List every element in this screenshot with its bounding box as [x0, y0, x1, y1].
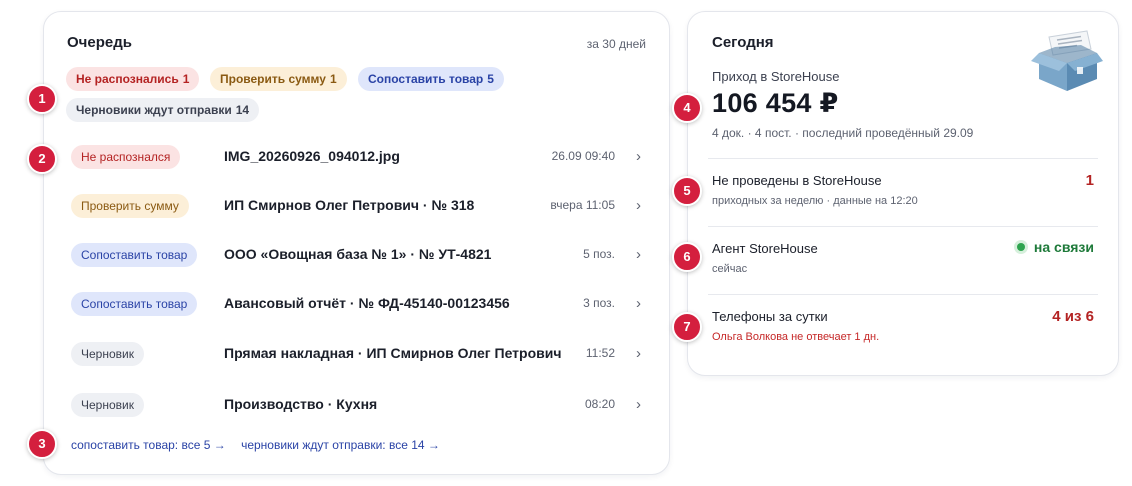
status-badge: Не распознался [71, 145, 181, 169]
row-meta: вчера 11:05 [550, 198, 615, 212]
status-badge: Проверить сумму [71, 194, 189, 218]
online-dot-icon [1013, 240, 1028, 254]
summary-chip-label: Проверить сумму [220, 72, 326, 86]
today-title: Сегодня [712, 34, 774, 51]
status-badge: Сопоставить товар [71, 292, 198, 316]
document-title: Авансовый отчёт · № ФД-45140-00123456 [224, 295, 510, 311]
phones-count[interactable]: 4 из 6 [1052, 308, 1094, 325]
queue-row[interactable]: Сопоставить товар Авансовый отчёт · № ФД… [44, 280, 671, 329]
summary-chip-count: 5 [487, 72, 494, 86]
document-title: ИП Смирнов Олег Петрович · № 318 [224, 197, 475, 213]
marker-badge: 7 [672, 312, 702, 342]
today-card: Сегодня Приход в StoreHouse 106 454 ₽ 4 … [687, 11, 1119, 376]
document-title: Прямая накладная · ИП Смирнов Олег Петро… [224, 345, 562, 361]
marker-badge: 5 [672, 176, 702, 206]
phones-sub: Ольга Волкова не отвечает 1 дн. [712, 331, 880, 343]
chevron-right-icon: › [636, 396, 641, 413]
link-drafts-all[interactable]: черновики ждут отправки: все 14 → [241, 438, 440, 452]
queue-row[interactable]: Проверить сумму ИП Смирнов Олег Петрович… [44, 182, 671, 231]
agent-status-label: на связи [1033, 239, 1094, 255]
not-posted-label: Не проведены в StoreHouse [712, 173, 882, 188]
queue-period: за 30 дней [586, 37, 646, 51]
marker-badge: 1 [27, 84, 57, 114]
chevron-right-icon: › [636, 148, 641, 165]
summary-chip-count: 1 [329, 72, 337, 86]
summary-chip-label: Не распознались [76, 72, 179, 86]
income-summary: 4 док. · 4 пост. · последний проведённый… [712, 126, 974, 140]
queue-row[interactable]: Не распознался IMG_20260926_094012.jpg 2… [44, 133, 671, 182]
divider [708, 294, 1098, 295]
income-amount: 106 454 ₽ [712, 88, 839, 118]
summary-chip-label: Сопоставить товар [368, 72, 484, 86]
queue-row[interactable]: Черновик Прямая накладная · ИП Смирнов О… [44, 330, 671, 379]
agent-label: Агент StoreHouse [712, 241, 818, 256]
agent-status: на связи [1013, 239, 1094, 255]
agent-sub: сейчас [712, 263, 748, 275]
document-title: ООО «Овощная база № 1» · № УТ-4821 [224, 246, 492, 262]
not-posted-sub: приходных за неделю · данные на 12:20 [712, 195, 918, 207]
row-meta: 3 поз. [583, 296, 615, 310]
marker-badge: 4 [672, 93, 702, 123]
link-match-product-all[interactable]: сопоставить товар: все 5 → [71, 438, 226, 452]
status-badge: Черновик [71, 393, 144, 417]
phones-label: Телефоны за сутки [712, 309, 828, 324]
row-meta: 11:52 [585, 346, 615, 360]
queue-row[interactable]: Черновик Производство · Кухня 08:20 › [44, 381, 671, 430]
summary-chip-count: 14 [235, 103, 250, 117]
queue-title: Очередь [67, 34, 132, 51]
chevron-right-icon: › [636, 197, 641, 214]
open-box-with-document-icon [1031, 30, 1103, 91]
summary-chip-match-product[interactable]: Сопоставить товар 5 [358, 67, 504, 91]
divider [708, 158, 1098, 159]
row-meta: 5 поз. [583, 247, 615, 261]
income-label: Приход в StoreHouse [712, 69, 840, 84]
not-posted-count[interactable]: 1 [1086, 172, 1094, 189]
summary-chip-unrecognized[interactable]: Не распознались 1 [66, 67, 200, 91]
summary-chip-label: Черновики ждут отправки [76, 103, 232, 117]
status-badge: Черновик [71, 342, 144, 366]
marker-badge: 2 [27, 144, 57, 174]
chevron-right-icon: › [636, 246, 641, 263]
row-meta: 08:20 [584, 397, 615, 411]
divider [708, 226, 1098, 227]
queue-card: Очередь за 30 дней Не распознались 1 Пров… [43, 11, 670, 475]
chevron-right-icon: › [636, 345, 641, 362]
summary-chip-drafts[interactable]: Черновики ждут отправки 14 [66, 98, 260, 122]
marker-badge: 3 [27, 429, 57, 459]
summary-chip-check-sum[interactable]: Проверить сумму 1 [210, 67, 347, 91]
marker-badge: 6 [672, 242, 702, 272]
status-badge: Сопоставить товар [71, 243, 198, 267]
document-title: IMG_20260926_094012.jpg [224, 148, 400, 164]
document-title: Производство · Кухня [224, 396, 378, 412]
queue-row[interactable]: Сопоставить товар ООО «Овощная база № 1»… [44, 231, 671, 280]
row-meta: 26.09 09:40 [551, 149, 615, 163]
queue-footer-links: сопоставить товар: все 5 → черновики жду… [71, 438, 452, 452]
summary-chip-count: 1 [182, 72, 190, 86]
chevron-right-icon: › [636, 295, 641, 312]
